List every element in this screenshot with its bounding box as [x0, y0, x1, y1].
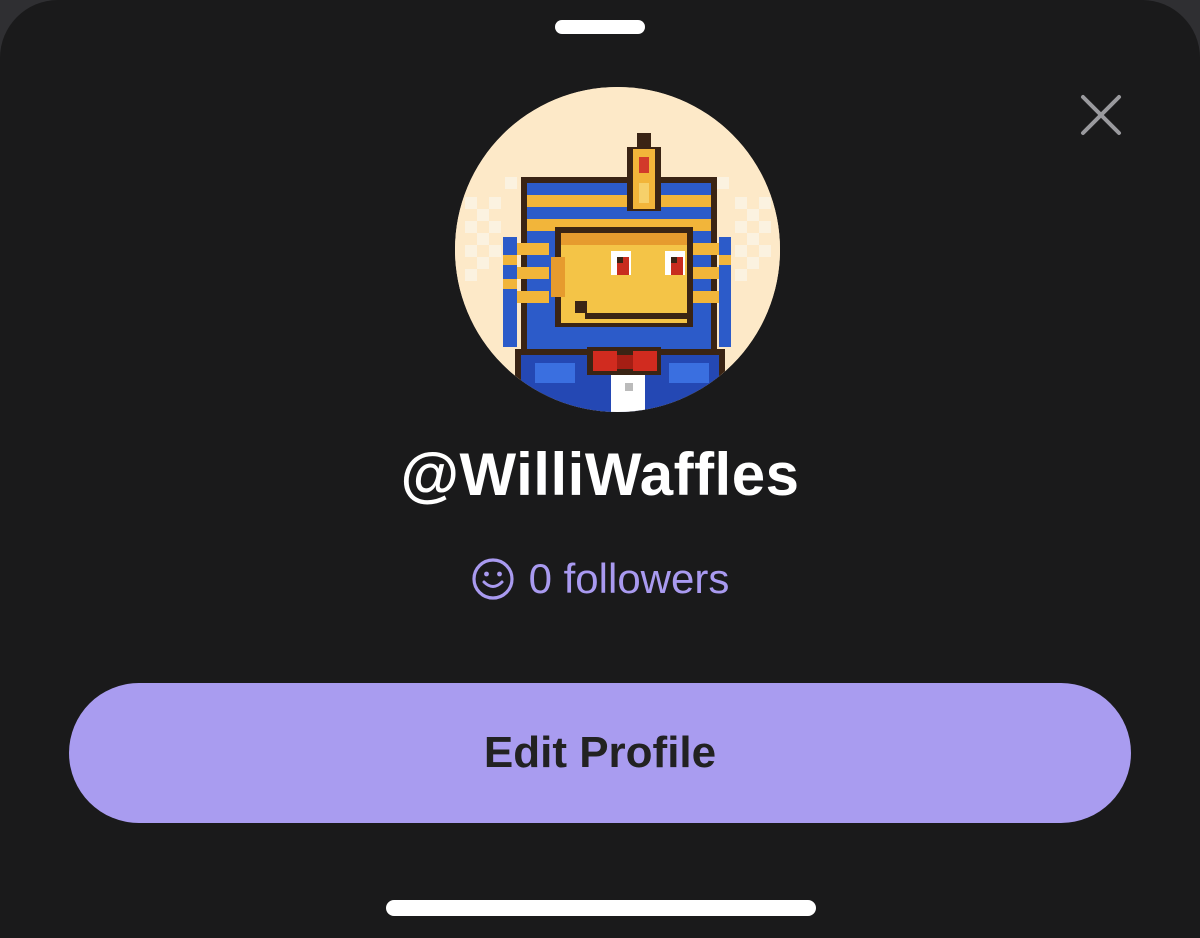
- sheet-grabber[interactable]: [555, 20, 645, 34]
- profile-sheet: @WilliWaffles 0 followers Edit Profile: [0, 0, 1200, 938]
- smiley-icon: [472, 558, 514, 600]
- followers-label: 0 followers: [528, 555, 730, 602]
- close-button[interactable]: [1072, 86, 1130, 144]
- avatar[interactable]: [455, 87, 780, 412]
- edit-profile-label: Edit Profile: [483, 728, 717, 777]
- close-icon: [1081, 95, 1121, 135]
- followers-count[interactable]: 0 followers: [0, 555, 1200, 603]
- edit-profile-button[interactable]: Edit Profile: [69, 683, 1131, 823]
- username: @WilliWaffles: [400, 441, 800, 508]
- home-indicator[interactable]: [386, 900, 816, 916]
- pixel-monkey-avatar-image: [455, 87, 780, 412]
